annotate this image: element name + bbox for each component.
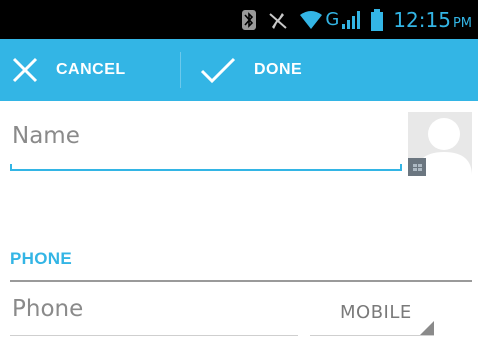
person-silhouette-icon <box>408 112 472 176</box>
checkmark-icon <box>200 56 236 84</box>
phone-section-divider <box>10 280 472 282</box>
phone-type-spinner[interactable]: MOBILE <box>310 290 434 340</box>
clock-ampm: PM <box>452 15 472 31</box>
muted-icon <box>267 9 289 31</box>
name-placeholder: Name <box>12 123 80 149</box>
phone-field[interactable]: Phone <box>10 290 298 340</box>
clock: 12:15 PM <box>393 8 472 32</box>
cancel-button[interactable]: CANCEL <box>12 39 126 101</box>
action-bar: CANCEL DONE <box>0 39 478 101</box>
name-field[interactable]: Name <box>10 115 402 171</box>
battery-icon <box>371 8 384 31</box>
cancel-label: CANCEL <box>56 61 126 78</box>
phone-underline <box>10 335 298 336</box>
done-button[interactable]: DONE <box>200 39 302 101</box>
name-underline-tick-right <box>400 164 402 171</box>
phone-type-underline <box>310 335 434 336</box>
name-underline <box>10 169 402 171</box>
phone-section-label: PHONE <box>10 249 72 268</box>
status-bar: G 12:15 PM <box>0 0 478 39</box>
network-type-label: G <box>325 9 340 30</box>
phone-section-header: PHONE <box>10 249 472 282</box>
contact-photo-button[interactable] <box>408 112 472 176</box>
clock-time: 12:15 <box>393 7 451 32</box>
status-icons: G 12:15 PM <box>241 0 478 39</box>
close-icon <box>12 57 38 83</box>
done-label: DONE <box>254 61 303 78</box>
name-underline-tick-left <box>10 164 12 171</box>
wifi-icon <box>299 10 323 30</box>
action-bar-divider <box>180 52 181 88</box>
spinner-corner-icon <box>420 321 434 335</box>
bluetooth-icon <box>241 9 257 31</box>
phone-type-label: MOBILE <box>340 302 412 323</box>
phone-placeholder: Phone <box>12 296 84 322</box>
signal-icon <box>341 10 361 30</box>
